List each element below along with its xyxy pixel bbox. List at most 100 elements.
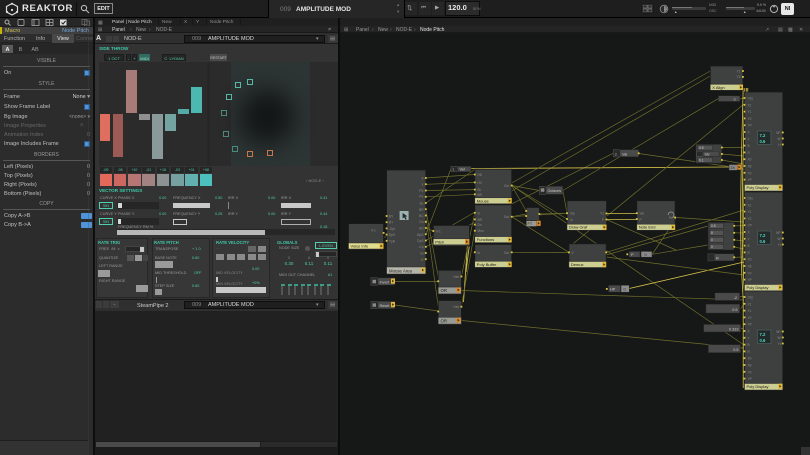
svg-text:BR: BR — [478, 218, 483, 222]
svg-text:Mun: Mun — [478, 229, 484, 233]
svg-text:Y0: Y0 — [748, 271, 752, 275]
svg-text:B: B — [748, 343, 750, 347]
svg-text:Y2: Y2 — [737, 75, 741, 79]
svg-text:Poly Display: Poly Display — [747, 185, 769, 190]
svg-text:BL: BL — [478, 188, 482, 192]
svg-text:Obj: Obj — [748, 197, 753, 201]
svg-text:Pitch: Pitch — [435, 239, 444, 244]
svg-text:Dn: Dn — [478, 223, 482, 227]
svg-text:Y1: Y1 — [748, 309, 752, 313]
svg-text:-1: -1 — [733, 97, 736, 101]
svg-text:-2: -2 — [734, 296, 737, 300]
svg-text:B: B — [748, 244, 750, 248]
svg-text:OR: OR — [441, 288, 447, 293]
svg-text:0.6: 0.6 — [760, 239, 766, 244]
svg-text:DpG: DpG — [417, 233, 424, 237]
svg-text:Y1: Y1 — [737, 69, 741, 73]
svg-text:YP: YP — [748, 377, 752, 381]
svg-text:TpB: TpB — [389, 239, 395, 243]
svg-text:X Align: X Align — [712, 85, 724, 90]
svg-text:Draw Graf: Draw Graf — [569, 225, 588, 230]
svg-text:HD: HD — [419, 227, 424, 231]
svg-text:DpS: DpS — [417, 239, 423, 243]
svg-text:0: 0 — [711, 238, 713, 242]
svg-text:W: W — [777, 137, 780, 141]
svg-text:7.2: 7.2 — [760, 233, 766, 238]
svg-text:0.5: 0.5 — [732, 308, 737, 312]
svg-text:Stv: Stv — [705, 152, 710, 156]
svg-text:NP: NP — [776, 131, 780, 135]
svg-text:1: 1 — [452, 168, 454, 172]
svg-text:Out: Out — [504, 215, 509, 219]
svg-text:BC: BC — [419, 214, 424, 218]
svg-text:Hslt: Hslt — [454, 275, 460, 279]
svg-text:OR: OR — [441, 318, 447, 323]
svg-text:3: 3 — [615, 152, 617, 156]
svg-text:W: W — [777, 336, 780, 340]
svg-text:Dn: Dn — [419, 220, 423, 224]
svg-text:X0: X0 — [748, 158, 752, 162]
svg-text:Y2: Y2 — [748, 117, 752, 121]
svg-text:Voice Info: Voice Info — [351, 244, 369, 249]
svg-text:7.2: 7.2 — [760, 332, 766, 337]
svg-text:Y0: Y0 — [748, 370, 752, 374]
svg-text:Mouse: Mouse — [477, 198, 490, 203]
svg-text:Vel: Vel — [460, 168, 465, 172]
svg-text:X0: X0 — [748, 258, 752, 262]
svg-text:BL: BL — [420, 202, 424, 206]
svg-text:P: P — [640, 218, 642, 222]
svg-text:Y0: Y0 — [748, 171, 752, 175]
svg-text:0: 0 — [711, 245, 713, 249]
svg-text:Poly Display: Poly Display — [747, 384, 769, 389]
svg-text:0.6: 0.6 — [760, 338, 766, 343]
svg-text:0: 0 — [624, 288, 626, 292]
svg-text:Y1: Y1 — [748, 110, 752, 114]
svg-text:P: P — [602, 218, 604, 222]
svg-text:Mouse Area: Mouse Area — [389, 268, 413, 273]
svg-text:Out: Out — [504, 251, 509, 255]
svg-text:B: B — [748, 144, 750, 148]
svg-text:Out: Out — [504, 184, 509, 188]
svg-text:Obj: Obj — [748, 97, 753, 101]
svg-text:BR: BR — [419, 208, 424, 212]
svg-text:HP: HP — [610, 288, 616, 292]
svg-text:-Cp: -Cp — [418, 245, 423, 249]
svg-text:Y2: Y2 — [748, 217, 752, 221]
svg-text:In: In — [478, 211, 481, 215]
svg-text:X1: X1 — [748, 203, 752, 207]
svg-text:YP: YP — [748, 178, 752, 182]
svg-text:Y1: Y1 — [600, 212, 604, 216]
svg-text:Octaves: Octaves — [548, 189, 562, 193]
svg-text:YP: YP — [748, 224, 752, 228]
svg-text:NP: NP — [776, 231, 780, 235]
svg-text:Invert: Invert — [380, 280, 390, 284]
svg-text:Note End: Note End — [639, 225, 656, 230]
svg-text:0.6: 0.6 — [760, 139, 766, 144]
svg-text:W: W — [777, 237, 780, 241]
svg-text:Demux: Demux — [571, 262, 584, 267]
svg-text:0.1: 0.1 — [699, 158, 704, 162]
svg-text:In: In — [570, 218, 573, 222]
svg-text:Hslt: Hslt — [454, 305, 460, 309]
svg-text:Poly Display: Poly Display — [747, 285, 769, 290]
svg-text:0.5: 0.5 — [733, 348, 738, 352]
svg-text:Reset: Reset — [380, 304, 391, 308]
svg-text:Val: Val — [640, 212, 645, 216]
svg-text:X0: X0 — [748, 357, 752, 361]
svg-text:2X: 2X — [731, 166, 736, 170]
svg-text:V-1: V-1 — [436, 230, 441, 234]
svg-text:Poly Buffer: Poly Buffer — [477, 262, 497, 267]
svg-text:YP: YP — [748, 323, 752, 327]
svg-text:Stp: Stp — [570, 212, 575, 216]
svg-text:0.333: 0.333 — [729, 327, 739, 331]
svg-text:8: 8 — [711, 231, 713, 235]
svg-text:X1: X1 — [748, 103, 752, 107]
svg-text:0: 0 — [645, 253, 647, 257]
svg-text:In: In — [478, 251, 481, 255]
svg-text:X8: X8 — [748, 165, 752, 169]
svg-text:DpS: DpS — [389, 233, 395, 237]
svg-text:P: P — [669, 216, 671, 220]
svg-text:HD: HD — [478, 173, 483, 177]
svg-text:0.5: 0.5 — [699, 146, 704, 150]
svg-text:R: R — [716, 256, 719, 260]
